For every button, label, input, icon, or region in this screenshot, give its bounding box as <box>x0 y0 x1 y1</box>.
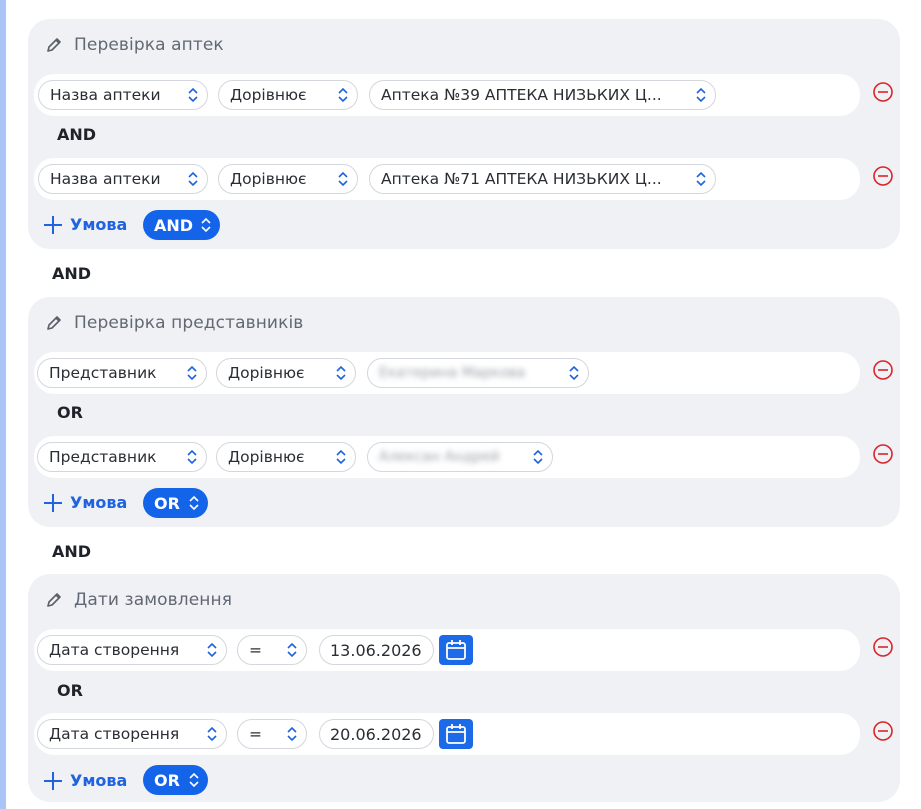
operator-select[interactable]: Дорівнює <box>216 358 356 388</box>
chevron-up-down-icon <box>338 171 348 187</box>
operator-select[interactable]: = <box>237 635 307 665</box>
left-rail <box>0 0 6 809</box>
field-select[interactable]: Дата створення <box>37 719 227 749</box>
group-header: Перевірка представників <box>44 311 303 335</box>
remove-condition-icon[interactable] <box>872 81 894 103</box>
group-title: Дати замовлення <box>74 590 233 610</box>
condition-joiner: AND <box>57 125 97 144</box>
chevron-up-down-icon <box>207 726 217 742</box>
pencil-icon[interactable] <box>44 35 64 55</box>
condition-row: Дата створення = 20.06.2026 <box>34 713 860 755</box>
chevron-up-down-icon <box>187 449 197 465</box>
condition-row: Представник Дорівнює Алексан Андрей <box>34 436 860 478</box>
remove-condition-icon[interactable] <box>872 443 894 465</box>
group-logic-select[interactable]: OR <box>143 765 208 795</box>
operator-select[interactable]: Дорівнює <box>218 80 358 110</box>
date-input[interactable]: 13.06.2026 <box>319 635 434 665</box>
field-select[interactable]: Назва аптеки <box>38 164 208 194</box>
remove-condition-icon[interactable] <box>872 720 894 742</box>
remove-condition-icon[interactable] <box>872 359 894 381</box>
add-condition-button[interactable]: Умова <box>44 215 127 234</box>
chevron-up-down-icon <box>336 365 346 381</box>
chevron-up-down-icon <box>533 449 543 465</box>
plus-icon <box>44 493 62 512</box>
operator-select[interactable]: Дорівнює <box>218 164 358 194</box>
chevron-up-down-icon <box>188 87 198 103</box>
chevron-up-down-icon <box>338 87 348 103</box>
calendar-button[interactable] <box>439 719 473 749</box>
field-select[interactable]: Назва аптеки <box>38 80 208 110</box>
operator-select[interactable]: Дорівнює <box>216 442 356 472</box>
pencil-icon[interactable] <box>44 590 64 610</box>
group-joiner: AND <box>52 264 92 283</box>
value-select[interactable]: Аптека №39 АПТЕКА НИЗЬКИХ Ц... <box>369 80 716 110</box>
chevron-up-down-icon <box>189 772 199 788</box>
group-joiner: AND <box>52 542 92 561</box>
calendar-icon <box>446 724 466 744</box>
value-select[interactable]: Аптека №71 АПТЕКА НИЗЬКИХ Ц... <box>369 164 716 194</box>
field-select[interactable]: Дата створення <box>37 635 227 665</box>
calendar-button[interactable] <box>439 635 473 665</box>
chevron-up-down-icon <box>189 495 199 511</box>
chevron-up-down-icon <box>207 642 217 658</box>
field-select[interactable]: Представник <box>37 358 207 388</box>
group-logic-select[interactable]: OR <box>143 488 208 518</box>
add-condition-button[interactable]: Умова <box>44 493 127 512</box>
field-select[interactable]: Представник <box>37 442 207 472</box>
chevron-up-down-icon <box>696 87 706 103</box>
date-input[interactable]: 20.06.2026 <box>319 719 434 749</box>
condition-row: Дата створення = 13.06.2026 <box>34 629 860 671</box>
chevron-up-down-icon <box>569 365 579 381</box>
value-select[interactable]: Алексан Андрей <box>367 442 553 472</box>
operator-select[interactable]: = <box>237 719 307 749</box>
condition-joiner: OR <box>57 681 83 700</box>
chevron-up-down-icon <box>188 171 198 187</box>
remove-condition-icon[interactable] <box>872 165 894 187</box>
chevron-up-down-icon <box>336 449 346 465</box>
condition-row: Представник Дорівнює Екатерина Маркова <box>34 352 860 394</box>
group-header: Перевірка аптек <box>44 33 224 57</box>
filter-group-order-dates: Дати замовлення Дата створення = 13.06.2… <box>28 574 900 802</box>
value-select[interactable]: Екатерина Маркова <box>367 358 589 388</box>
calendar-icon <box>446 640 466 660</box>
chevron-up-down-icon <box>696 171 706 187</box>
condition-row: Назва аптеки Дорівнює Аптека №71 АПТЕКА … <box>34 158 860 200</box>
group-logic-select[interactable]: AND <box>143 210 220 240</box>
remove-condition-icon[interactable] <box>872 636 894 658</box>
filter-group-pharmacies: Перевірка аптек Назва аптеки Дорівнює Ап… <box>28 19 900 249</box>
chevron-up-down-icon <box>187 365 197 381</box>
pencil-icon[interactable] <box>44 313 64 333</box>
add-condition-button[interactable]: Умова <box>44 771 127 790</box>
group-title: Перевірка представників <box>74 313 304 333</box>
plus-icon <box>44 215 62 234</box>
group-title: Перевірка аптек <box>74 35 224 55</box>
condition-row: Назва аптеки Дорівнює Аптека №39 АПТЕКА … <box>34 74 860 116</box>
chevron-up-down-icon <box>287 726 297 742</box>
condition-joiner: OR <box>57 403 83 422</box>
group-header: Дати замовлення <box>44 588 232 612</box>
plus-icon <box>44 771 62 790</box>
filter-group-representatives: Перевірка представників Представник Дорі… <box>28 297 900 527</box>
chevron-up-down-icon <box>287 642 297 658</box>
chevron-up-down-icon <box>201 217 211 233</box>
